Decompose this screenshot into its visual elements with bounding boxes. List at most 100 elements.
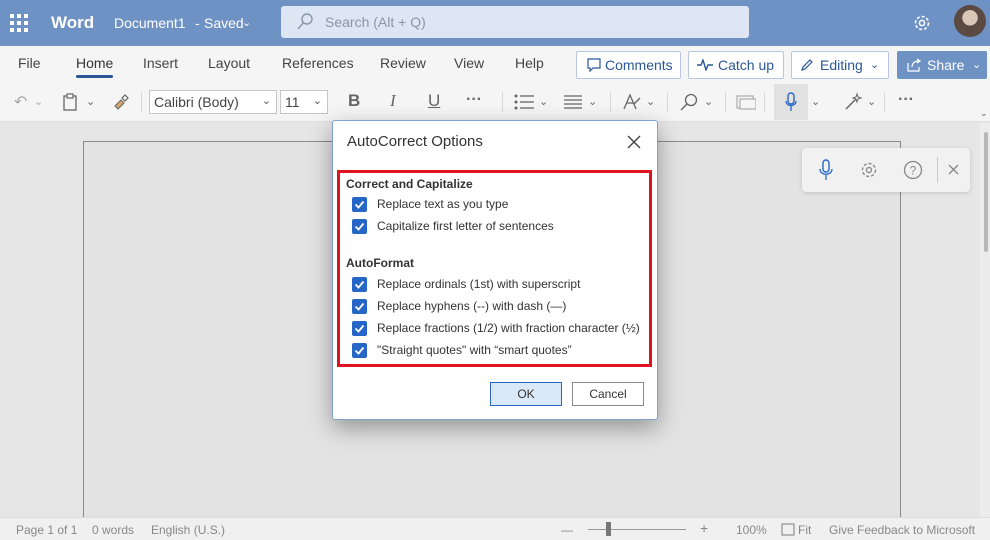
option-label: Replace fractions (1/2) with fraction ch… [377, 321, 640, 335]
chevron-down-icon[interactable]: ⌄ [704, 95, 713, 108]
search-icon [297, 13, 313, 30]
chevron-down-icon[interactable]: ⌄ [34, 95, 43, 108]
chevron-down-icon[interactable]: ⌄ [242, 16, 251, 29]
search-box[interactable]: Search (Alt + Q) [281, 6, 749, 38]
option-label: Replace hyphens (--) with dash (—) [377, 299, 567, 313]
option-label: Replace ordinals (1st) with superscript [377, 277, 581, 291]
chevron-down-icon[interactable]: ⌄ [86, 95, 95, 108]
chevron-down-icon: ⌄ [870, 59, 880, 71]
tab-review[interactable]: Review [380, 55, 426, 71]
zoom-slider[interactable] [588, 529, 686, 530]
checkbox[interactable] [352, 299, 367, 314]
zoom-level[interactable]: 100% [736, 523, 767, 537]
page-count[interactable]: Page 1 of 1 [16, 523, 77, 537]
bold-icon[interactable]: B [348, 91, 360, 111]
gear-icon[interactable] [859, 160, 879, 180]
zoom-in-button[interactable]: + [700, 520, 708, 536]
language-indicator[interactable]: English (U.S.) [151, 523, 225, 537]
fit-icon[interactable] [781, 523, 795, 536]
zoom-slider-thumb[interactable] [606, 522, 611, 536]
svg-text:?: ? [910, 164, 917, 178]
toolbar-divider [610, 92, 611, 112]
toolbar-divider [884, 92, 885, 112]
chevron-down-icon[interactable]: ⌄ [646, 95, 655, 108]
font-size-select[interactable]: 11 ⌄ [280, 90, 328, 114]
font-size-value: 11 [285, 94, 300, 110]
help-icon[interactable]: ? [903, 160, 923, 180]
chevron-down-icon[interactable]: ⌄ [811, 95, 820, 108]
ok-button[interactable]: OK [490, 382, 562, 406]
microphone-icon[interactable] [819, 159, 833, 181]
search-placeholder: Search (Alt + Q) [325, 14, 426, 30]
checkbox[interactable] [352, 277, 367, 292]
tab-home[interactable]: Home [76, 55, 113, 71]
bullets-icon[interactable] [514, 94, 536, 110]
status-bar: Page 1 of 1 0 words English (U.S.) — + 1… [0, 517, 990, 540]
checkbox[interactable] [352, 321, 367, 336]
immersive-reader-icon[interactable] [736, 94, 756, 110]
dictation-toolbar: ? [802, 148, 970, 192]
app-name[interactable]: Word [51, 13, 94, 33]
feedback-link[interactable]: Give Feedback to Microsoft [829, 523, 975, 537]
tab-insert[interactable]: Insert [143, 55, 178, 71]
editing-label: Editing [820, 57, 863, 73]
format-painter-icon[interactable] [112, 93, 130, 111]
section-title-autoformat: AutoFormat [346, 256, 414, 270]
title-bar: Word Document1 - Saved ⌄ Search (Alt + Q… [0, 0, 990, 46]
italic-icon[interactable]: I [390, 91, 396, 111]
fit-button[interactable]: Fit [798, 523, 811, 537]
tab-references[interactable]: References [282, 55, 354, 71]
toolbar-divider [502, 92, 503, 112]
checkbox[interactable] [352, 343, 367, 358]
settings-gear-icon[interactable] [911, 12, 933, 34]
chevron-down-icon[interactable]: ⌄ [867, 95, 876, 108]
comments-button[interactable]: Comments [576, 51, 681, 79]
toolbar-divider [725, 92, 726, 112]
zoom-out-button[interactable]: — [561, 523, 573, 537]
editor-wand-icon[interactable] [843, 92, 863, 112]
word-count[interactable]: 0 words [92, 523, 134, 537]
formatting-toolbar: ↶ ⌄ ⌄ Calibri (Body) ⌄ 11 ⌄ B I U ··· ⌄ … [0, 82, 990, 122]
close-icon[interactable] [623, 131, 645, 153]
cancel-button[interactable]: Cancel [572, 382, 644, 406]
app-launcher-icon[interactable] [10, 14, 28, 32]
chevron-down-icon: ⌄ [261, 95, 271, 107]
checkbox[interactable] [352, 219, 367, 234]
checkbox[interactable] [352, 197, 367, 212]
underline-icon[interactable]: U [428, 91, 440, 111]
close-icon[interactable] [948, 164, 959, 175]
option-label: "Straight quotes" with “smart quotes” [377, 343, 572, 357]
more-options-icon[interactable]: ··· [898, 91, 914, 109]
tab-view[interactable]: View [454, 55, 484, 71]
font-name-value: Calibri (Body) [154, 94, 239, 110]
tab-file[interactable]: File [18, 55, 41, 71]
tab-layout[interactable]: Layout [208, 55, 250, 71]
tab-help[interactable]: Help [515, 55, 544, 71]
share-button[interactable]: Share ⌄ [897, 51, 987, 79]
more-font-options-icon[interactable]: ··· [466, 91, 482, 109]
scroll-down-chevron-icon[interactable]: ⌄ [980, 108, 988, 119]
find-icon[interactable] [680, 93, 698, 111]
align-icon[interactable] [563, 94, 583, 110]
section-title-correct: Correct and Capitalize [346, 177, 473, 191]
chevron-down-icon[interactable]: ⌄ [539, 95, 548, 108]
chevron-down-icon[interactable]: ⌄ [588, 95, 597, 108]
toolbar-divider [141, 92, 142, 112]
clipboard-icon[interactable] [62, 93, 78, 111]
dialog-title: AutoCorrect Options [347, 133, 483, 150]
document-name[interactable]: Document1 [114, 15, 186, 31]
dictate-button[interactable] [774, 84, 808, 120]
undo-icon[interactable]: ↶ [14, 92, 27, 112]
save-status[interactable]: Saved [204, 15, 244, 31]
scrollbar-thumb[interactable] [984, 132, 988, 252]
catch-up-button[interactable]: Catch up [688, 51, 784, 79]
styles-icon[interactable] [622, 92, 642, 112]
activity-icon [697, 59, 713, 71]
comments-label: Comments [605, 57, 673, 73]
font-name-select[interactable]: Calibri (Body) ⌄ [149, 90, 277, 114]
avatar[interactable] [954, 5, 986, 37]
editing-mode-button[interactable]: Editing ⌄ [791, 51, 889, 79]
panel-divider [937, 157, 938, 183]
chevron-down-icon: ⌄ [972, 59, 982, 71]
autocorrect-dialog: AutoCorrect Options Correct and Capitali… [332, 120, 658, 420]
